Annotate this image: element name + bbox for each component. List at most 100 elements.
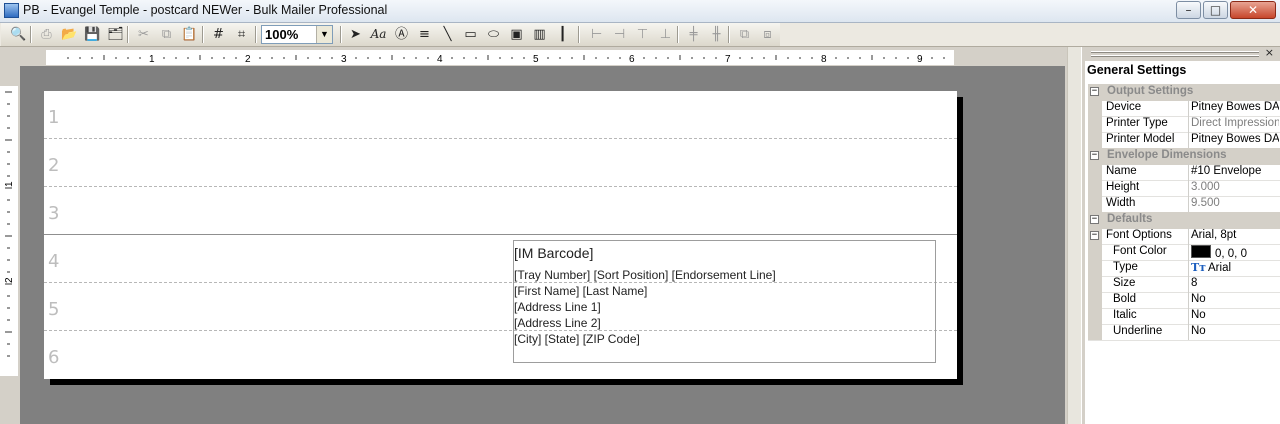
toolbar-separator	[578, 26, 580, 43]
property-category[interactable]: − Output Settings	[1088, 84, 1280, 101]
property-value-text: Direct Impression	[1191, 117, 1279, 129]
property-row[interactable]: Printer Model Pitney Bowes DAS	[1088, 132, 1280, 149]
row-number: 5	[48, 299, 60, 320]
property-value[interactable]: Pitney Bowes DAS	[1191, 133, 1279, 145]
minimize-button[interactable]: –	[1176, 1, 1201, 19]
imb-barcode-field[interactable]: [IM Barcode]	[514, 245, 593, 261]
property-row[interactable]: Bold No	[1088, 292, 1280, 309]
toolbar-separator	[728, 26, 730, 43]
save-icon[interactable]: 💾	[83, 25, 102, 44]
property-value[interactable]: Arial, 8pt	[1191, 229, 1279, 241]
row-gutter	[1088, 276, 1102, 292]
snap-grid-icon[interactable]: ⌗	[232, 25, 251, 44]
address-block[interactable]: [IM Barcode] [Tray Number] [Sort Positio…	[513, 240, 936, 363]
property-value[interactable]: Direct Impression	[1191, 117, 1279, 129]
property-value[interactable]: 3.000	[1191, 181, 1279, 193]
maximize-button[interactable]: □	[1203, 1, 1228, 19]
property-category[interactable]: − Defaults	[1088, 212, 1280, 229]
panel-header[interactable]: ×	[1085, 46, 1280, 61]
column-divider	[1188, 196, 1189, 212]
grid-icon[interactable]: #	[209, 25, 228, 44]
ruler-label: 3	[341, 54, 347, 65]
property-row[interactable]: Name #10 Envelope	[1088, 164, 1280, 181]
print-preview-icon[interactable]: 🔍	[9, 25, 28, 44]
zoom-select[interactable]: 100% ▼	[261, 25, 333, 44]
line-tool-icon[interactable]: ╲	[438, 25, 457, 44]
property-value[interactable]: Tт Arial	[1191, 261, 1279, 274]
property-row[interactable]: Italic No	[1088, 308, 1280, 325]
center-horizontal-icon[interactable]: ╫	[707, 25, 726, 44]
collapse-icon[interactable]: −	[1090, 87, 1099, 96]
image-tool-icon[interactable]: ▣	[507, 25, 526, 44]
copy-icon[interactable]: ⧉	[157, 25, 176, 44]
name-field[interactable]: [First Name] [Last Name]	[514, 284, 647, 298]
property-row[interactable]: Font Color 0, 0, 0	[1088, 244, 1280, 261]
align-right-icon[interactable]: ⊣	[610, 25, 629, 44]
column-divider	[1188, 116, 1189, 132]
format-text-icon[interactable]: ≡	[415, 25, 434, 44]
property-value[interactable]: No	[1191, 309, 1279, 321]
align-left-icon[interactable]: ⊢	[587, 25, 606, 44]
collapse-icon[interactable]: −	[1090, 215, 1099, 224]
property-row[interactable]: − Font Options Arial, 8pt	[1088, 228, 1280, 245]
city-state-zip-field[interactable]: [City] [State] [ZIP Code]	[514, 332, 640, 346]
property-value[interactable]: Pitney Bowes DAS	[1191, 101, 1279, 113]
close-icon[interactable]: ×	[1265, 46, 1274, 59]
envelope-page[interactable]: 1 2 3 4 5 6 [IM Barcode] [Tray Number] […	[44, 91, 957, 379]
ruler-label: 9	[917, 54, 923, 65]
save-all-icon[interactable]: 🗂	[106, 25, 125, 44]
property-value[interactable]: 8	[1191, 277, 1279, 289]
print-icon[interactable]: ⎙	[37, 25, 56, 44]
column-divider	[1188, 276, 1189, 292]
property-value[interactable]: No	[1191, 293, 1279, 305]
property-row[interactable]: Height 3.000	[1088, 180, 1280, 197]
property-row[interactable]: Type Tт Arial	[1088, 260, 1280, 277]
row-gutter	[1088, 180, 1102, 196]
window-title: PB - Evangel Temple - postcard NEWer - B…	[23, 3, 388, 17]
property-row[interactable]: Underline No	[1088, 324, 1280, 341]
close-button[interactable]: ✕	[1230, 1, 1276, 19]
ellipse-tool-icon[interactable]: ⬭	[484, 25, 503, 44]
imb-barcode-icon[interactable]: ┃	[553, 25, 572, 44]
center-vertical-icon[interactable]: ╪	[684, 25, 703, 44]
property-category[interactable]: − Envelope Dimensions	[1088, 148, 1280, 165]
send-back-icon[interactable]: ⧈	[758, 25, 777, 44]
align-bottom-icon[interactable]: ⊥	[656, 25, 675, 44]
align-top-icon[interactable]: ⊤	[633, 25, 652, 44]
vertical-scrollbar[interactable]	[1067, 47, 1082, 424]
address-line-2-field[interactable]: [Address Line 2]	[514, 316, 601, 330]
property-row[interactable]: Width 9.500	[1088, 196, 1280, 213]
text-tool-icon[interactable]: Aa	[369, 25, 388, 44]
property-name: Font Color	[1113, 245, 1167, 257]
property-row[interactable]: Device Pitney Bowes DAS	[1088, 100, 1280, 117]
toolbar: 100% ▼ 🔍 ⎙ 📂 💾 🗂 ✂ ⧉ 📋 # ⌗ ➤ Aa Ⓐ ≡ ╲ ▭ ⬭ ▣ ▥ ┃ ⊢ ⊣ ⊤ ⊥ ╪ ╫ ⧉ ⧈	[0, 23, 1280, 47]
chevron-down-icon[interactable]: ▼	[316, 26, 332, 43]
property-value[interactable]: No	[1191, 325, 1279, 337]
property-value[interactable]: #10 Envelope	[1191, 165, 1279, 177]
property-row[interactable]: Printer Type Direct Impression	[1088, 116, 1280, 133]
property-row[interactable]: Size 8	[1088, 276, 1280, 293]
property-value[interactable]: 9.500	[1191, 197, 1279, 209]
barcode-tool-icon[interactable]: ▥	[530, 25, 549, 44]
property-name: Height	[1106, 181, 1140, 193]
property-value[interactable]: 0, 0, 0	[1191, 245, 1279, 260]
pointer-icon[interactable]: ➤	[346, 25, 365, 44]
row-divider	[44, 138, 957, 139]
collapse-icon[interactable]: −	[1090, 231, 1099, 240]
rectangle-tool-icon[interactable]: ▭	[461, 25, 480, 44]
color-swatch	[1191, 245, 1211, 258]
row-number: 6	[48, 347, 60, 368]
property-value-text: No	[1191, 309, 1206, 321]
property-value-text: No	[1191, 325, 1206, 337]
tray-sort-endorsement-field[interactable]: [Tray Number] [Sort Position] [Endorseme…	[514, 268, 776, 282]
ruler-label: 4	[437, 54, 443, 65]
bring-front-icon[interactable]: ⧉	[735, 25, 754, 44]
paste-icon[interactable]: 📋	[180, 25, 199, 44]
row-gutter	[1088, 324, 1102, 340]
ruler-label: 2	[245, 54, 251, 65]
field-tool-icon[interactable]: Ⓐ	[392, 25, 411, 44]
open-folder-icon[interactable]: 📂	[60, 25, 79, 44]
collapse-icon[interactable]: −	[1090, 151, 1099, 160]
address-line-1-field[interactable]: [Address Line 1]	[514, 300, 601, 314]
cut-icon[interactable]: ✂	[134, 25, 153, 44]
